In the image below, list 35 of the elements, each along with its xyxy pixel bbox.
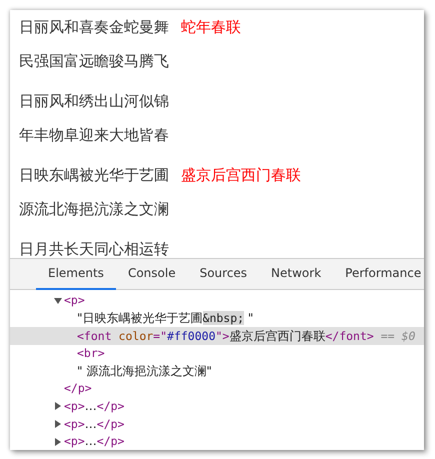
couplet-line: 源流北海挹沆漾之文澜 bbox=[19, 199, 169, 220]
html-code-line: <p>…</p> bbox=[64, 398, 124, 416]
couplet-line: 日丽风和喜奏金蛇曼舞 bbox=[19, 17, 169, 38]
dom-tree-row[interactable]: "日映东嵎被光华于艺圃&nbsp; " bbox=[10, 310, 424, 328]
couplet-line: 日映东嵎被光华于艺圃 bbox=[19, 165, 169, 186]
html-code-line: " 源流北海挹沆漾之文澜" bbox=[77, 363, 212, 380]
dom-tree-row[interactable]: <p>…</p> bbox=[10, 432, 424, 450]
dom-tree-row[interactable]: " 源流北海挹沆漾之文澜" bbox=[10, 362, 424, 380]
dom-tree-row[interactable]: <p> bbox=[10, 292, 424, 310]
html-code-line: <p>…</p> bbox=[64, 416, 124, 433]
html-code-line: <p> bbox=[64, 292, 85, 310]
expand-triangle-icon[interactable] bbox=[55, 438, 61, 446]
expand-triangle-icon[interactable] bbox=[55, 420, 61, 428]
couplet-line: 民强国富远瞻骏马腾飞 bbox=[19, 51, 169, 72]
couplet-line: 日丽风和绣出山河似锦 bbox=[19, 91, 169, 112]
devtools-tab[interactable]: Console bbox=[116, 258, 188, 290]
expand-triangle-icon[interactable] bbox=[55, 402, 61, 410]
couplet-title: 盛京后宫西门春联 bbox=[181, 165, 301, 186]
html-code-line: </p> bbox=[64, 380, 92, 398]
dom-tree-row[interactable]: <p>…</p> bbox=[10, 415, 424, 433]
devtools-tab[interactable]: Elements bbox=[36, 258, 116, 290]
html-code-line: <p>…</p> bbox=[64, 433, 124, 450]
couplet-line: 年丰物阜迎来大地皆春 bbox=[19, 125, 169, 146]
html-code-line: "日映东嵎被光华于艺圃&nbsp; " bbox=[77, 310, 254, 328]
html-code-line: <font color="#ff0000">盛京后宫西门春联</font> == $0 bbox=[77, 328, 416, 345]
html-code-line: <br> bbox=[77, 344, 105, 362]
dom-tree-row[interactable]: <p>…</p> bbox=[10, 398, 424, 416]
couplet-title: 蛇年春联 bbox=[181, 17, 241, 38]
devtools-tab[interactable]: Performance bbox=[333, 258, 424, 290]
dom-tree-row[interactable]: <font color="#ff0000">盛京后宫西门春联</font> == $0 bbox=[10, 327, 424, 345]
devtools-tab[interactable]: Sources bbox=[188, 258, 260, 290]
couplet-line: 日月共长天同心相运转 bbox=[19, 239, 169, 258]
dom-tree-row[interactable]: <br> bbox=[10, 344, 424, 362]
devtools-tab[interactable]: Network bbox=[259, 258, 334, 290]
collapse-triangle-icon[interactable] bbox=[54, 298, 62, 304]
